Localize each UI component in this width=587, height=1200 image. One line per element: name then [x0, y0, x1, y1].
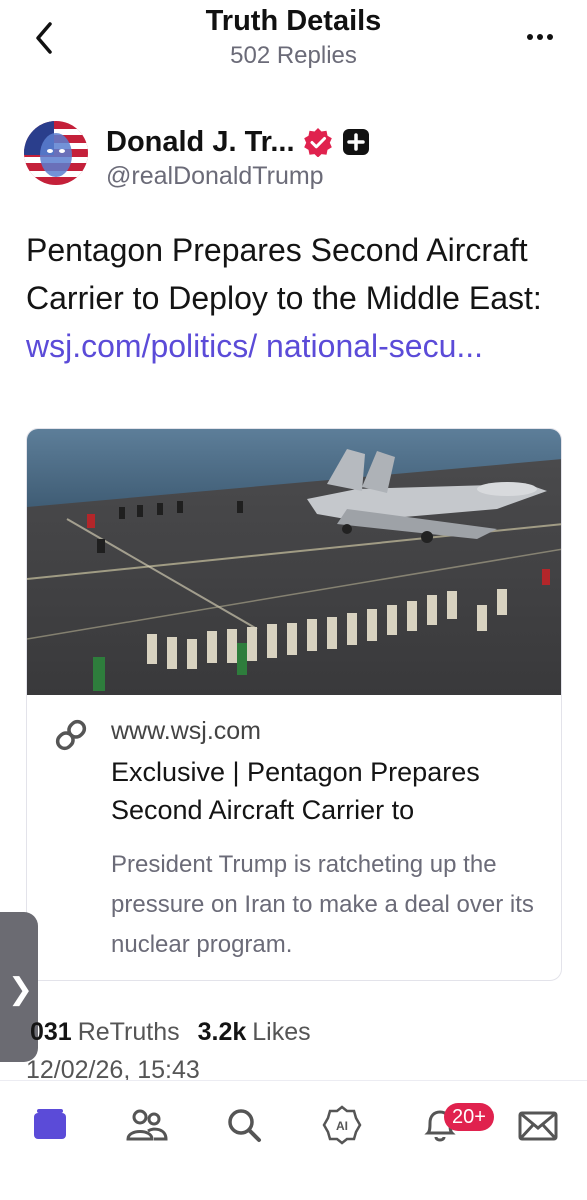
post-text: Pentagon Prepares Second Aircraft Carrie…	[26, 232, 542, 316]
notification-badge: 20+	[444, 1103, 494, 1131]
avatar[interactable]	[24, 121, 88, 185]
svg-text:AI: AI	[336, 1119, 348, 1133]
author-row: Donald J. Tr...	[106, 124, 369, 160]
more-dots-icon[interactable]	[525, 30, 555, 44]
likes-count[interactable]: 3.2k	[198, 1018, 247, 1047]
post-link[interactable]: wsj.com/politics/ national-secu...	[26, 328, 483, 364]
preview-image	[27, 429, 561, 695]
plus-icon	[346, 133, 365, 151]
author-handle[interactable]: @realDonaldTrump	[106, 162, 324, 191]
link-preview-card[interactable]: www.wsj.com Exclusive | Pentagon Prepare…	[26, 428, 562, 981]
page-title: Truth Details	[205, 5, 382, 37]
chevron-right-icon: ❯	[8, 973, 34, 1006]
retruths-label[interactable]: ReTruths	[78, 1018, 180, 1047]
link-icon	[55, 719, 87, 751]
likes-label[interactable]: Likes	[252, 1018, 310, 1047]
top-bar: Truth Details 502 Replies	[0, 0, 587, 80]
post-stats: 031 ReTruths 3.2k Likes	[30, 1018, 323, 1047]
post-body: Pentagon Prepares Second Aircraft Carrie…	[26, 226, 566, 370]
bottom-tab-bar: AI	[0, 1080, 587, 1200]
people-icon[interactable]	[124, 1103, 168, 1147]
home-icon[interactable]	[28, 1103, 72, 1147]
verified-badge-icon	[303, 128, 332, 157]
card-description: President Trump is ratcheting up the pre…	[111, 851, 534, 958]
replies-count[interactable]: 502 Replies	[0, 42, 587, 70]
mail-icon[interactable]	[516, 1103, 560, 1147]
search-icon[interactable]	[222, 1103, 266, 1147]
card-domain: www.wsj.com	[111, 717, 262, 745]
ai-icon[interactable]: AI	[320, 1103, 364, 1147]
card-title: Exclusive | Pentagon Prepares Second Air…	[111, 757, 480, 825]
retruths-count[interactable]: 031	[30, 1018, 72, 1047]
follow-button[interactable]	[342, 129, 369, 155]
author-name[interactable]: Donald J. Tr...	[106, 126, 295, 159]
